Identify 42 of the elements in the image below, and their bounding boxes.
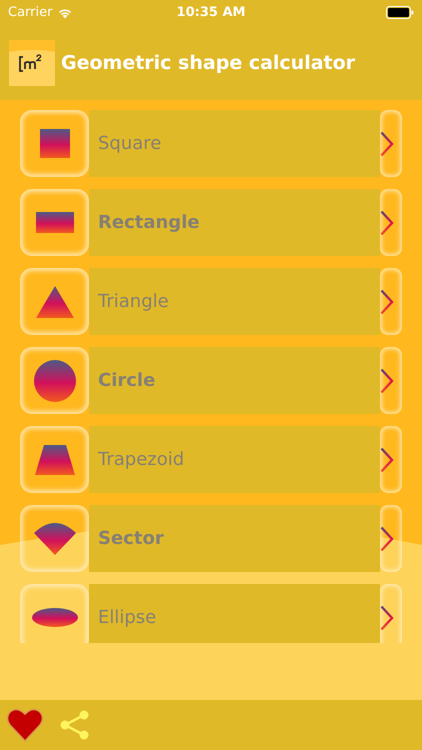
shape-tile[interactable] — [20, 426, 89, 493]
app-title: Geometric shape calculator — [61, 52, 356, 74]
shape-name: Trapezoid — [98, 449, 184, 470]
shape-name: Circle — [98, 370, 156, 391]
shape-list-item[interactable]: Trapezoid — [89, 426, 380, 493]
shape-tile[interactable] — [20, 189, 89, 256]
chevron-right-icon — [380, 526, 394, 552]
rectangle-icon — [36, 212, 74, 233]
chevron-right-icon — [380, 130, 394, 156]
shape-list-item[interactable]: Circle — [89, 347, 380, 414]
chevron-right-icon — [380, 446, 394, 472]
shape-list-item[interactable]: Rectangle — [89, 189, 380, 256]
chevron-right-icon — [380, 210, 394, 236]
shape-tile[interactable] — [20, 110, 89, 177]
app-logo-icon — [9, 40, 55, 86]
shape-list-item[interactable]: Triangle — [89, 268, 380, 335]
shape-tile[interactable] — [20, 505, 89, 572]
shape-tile[interactable] — [20, 347, 89, 414]
square-icon — [40, 129, 70, 158]
shape-name: Square — [98, 133, 162, 154]
trapezoid-icon — [34, 444, 74, 474]
ellipse-icon — [32, 608, 78, 627]
shape-name: Rectangle — [98, 212, 200, 233]
chevron-right-icon — [380, 288, 394, 314]
shape-name: Sector — [98, 528, 164, 549]
chevron-right-icon — [380, 604, 394, 630]
shape-name: Ellipse — [98, 607, 156, 628]
shape-list-item[interactable]: Sector — [89, 505, 380, 572]
carrier-label: Carrier — [8, 5, 52, 20]
shape-name: Triangle — [98, 291, 169, 312]
shape-tile[interactable] — [20, 268, 89, 335]
clock-time: 10:35 AM — [176, 5, 246, 20]
shape-list-item[interactable]: Square — [89, 110, 380, 177]
wifi-icon — [57, 6, 74, 18]
shape-tile[interactable] — [20, 584, 89, 643]
triangle-icon — [36, 286, 74, 318]
sector-icon — [34, 522, 76, 554]
circle-icon — [34, 360, 76, 402]
shape-list-item[interactable]: Ellipse — [89, 584, 380, 643]
heart-icon[interactable] — [6, 707, 44, 743]
chevron-right-icon — [380, 368, 394, 394]
battery-icon — [386, 6, 414, 19]
